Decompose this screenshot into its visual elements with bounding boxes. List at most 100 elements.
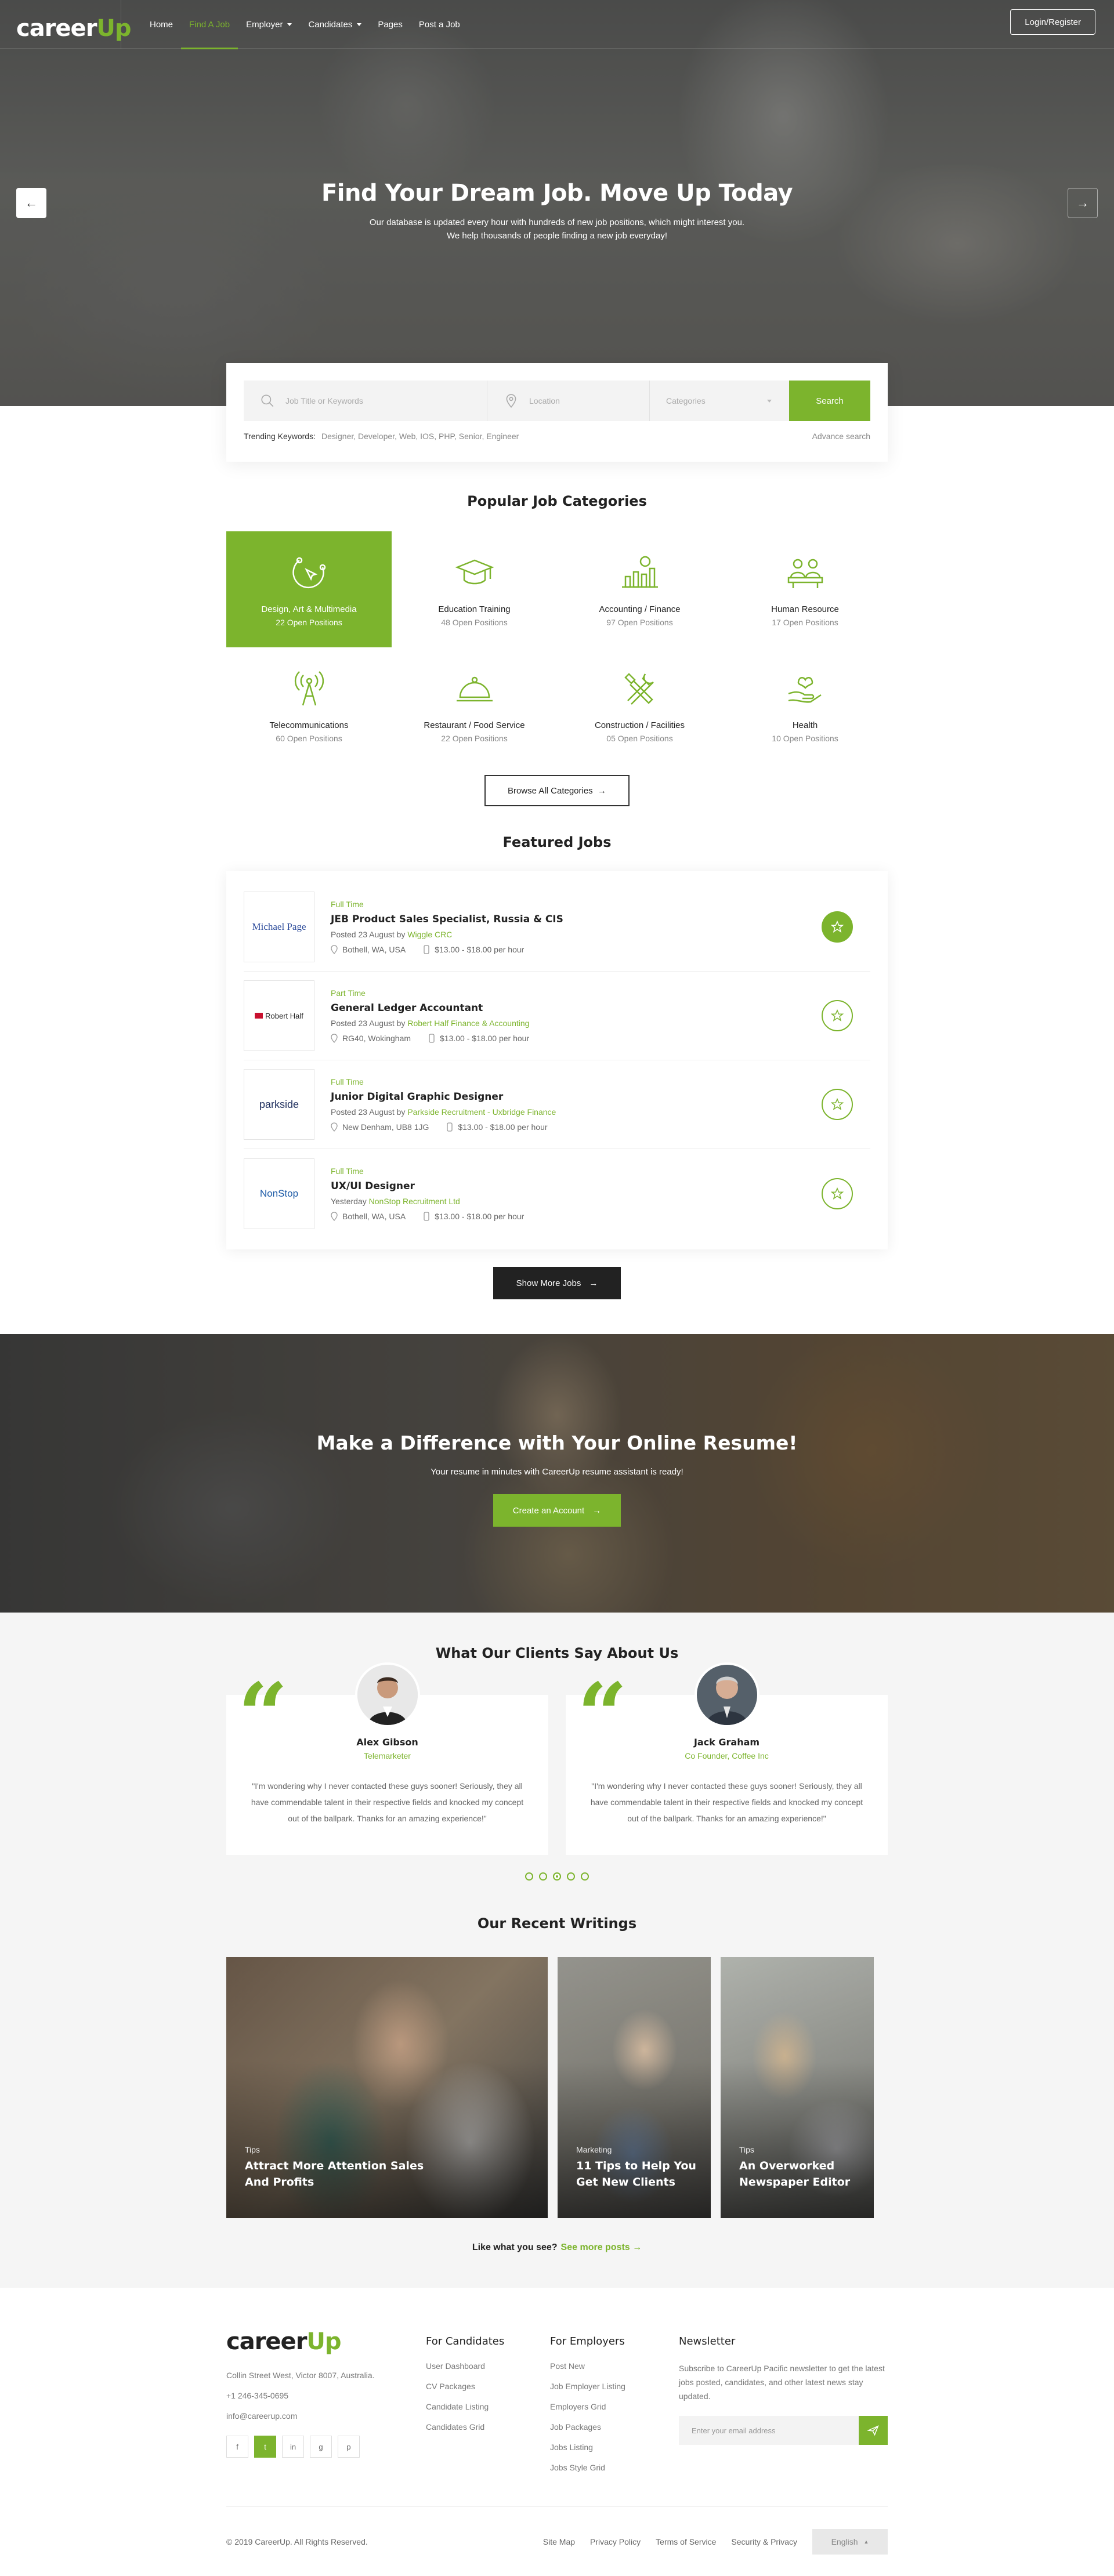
carousel-dot[interactable] [581,1872,589,1881]
job-search-panel: Job Title or Keywords Location Categorie… [226,363,888,462]
nav-pages[interactable]: Pages [370,0,411,49]
company-logo: Robert Half [244,980,314,1051]
footer-link[interactable]: Job Employer Listing [550,2382,679,2402]
category-human-resource[interactable]: Human Resource 17 Open Positions [722,531,888,647]
newsletter-submit-button[interactable] [859,2416,888,2445]
category-accounting[interactable]: Accounting / Finance 97 Open Positions [557,531,722,647]
footer-bottom-link[interactable]: Security & Privacy [731,2537,797,2546]
category-health[interactable]: Health 10 Open Positions [722,647,888,763]
nav-employer[interactable]: Employer [238,0,300,49]
login-register-button[interactable]: Login/Register [1010,9,1095,35]
see-more-posts-link[interactable]: See more posts [561,2242,630,2252]
footer-bottom-link[interactable]: Site Map [543,2537,575,2546]
footer-link[interactable]: Candidates Grid [426,2422,550,2443]
advance-search-link[interactable]: Advance search [812,432,870,441]
company-link[interactable]: Parkside Recruitment - Uxbridge Finance [407,1107,556,1117]
nav-find-a-job[interactable]: Find A Job [181,0,238,49]
bookmark-star-button[interactable] [822,911,853,943]
category-design[interactable]: Design, Art & Multimedia 22 Open Positio… [226,531,392,647]
nav-home[interactable]: Home [142,0,181,49]
search-icon [261,394,274,407]
arrow-right-icon[interactable]: → [1068,188,1098,218]
footer-bottom-link[interactable]: Terms of Service [656,2537,716,2546]
category-restaurant[interactable]: Restaurant / Food Service 22 Open Positi… [392,647,557,763]
blog-post-card[interactable]: Marketing 11 Tips to Help You Get New Cli… [558,1957,711,2218]
job-card[interactable]: Michael Page Full Time JEB Product Sales… [244,883,870,972]
arrow-left-icon[interactable]: ← [16,188,46,218]
footer-link[interactable]: Candidate Listing [426,2402,550,2422]
logo[interactable]: career Up [16,7,132,42]
job-salary: $13.00 - $18.00 per hour [428,1034,529,1043]
section-title: Popular Job Categories [467,493,647,509]
blog-post-card[interactable]: Tips Attract More Attention Sales And Pro… [226,1957,548,2218]
job-location: New Denham, UB8 1JG [331,1122,429,1132]
job-title[interactable]: UX/UI Designer [331,1180,524,1192]
cta-title: Make a Difference with Your Online Resum… [316,1432,798,1454]
company-link[interactable]: Robert Half Finance & Accounting [407,1019,529,1028]
footer-email[interactable]: info@careerup.com [226,2406,426,2426]
arrow-right-icon: → [589,1278,598,1288]
footer-link[interactable]: Employers Grid [550,2402,679,2422]
facebook-icon[interactable]: f [226,2436,248,2458]
category-telecommunications[interactable]: Telecommunications 60 Open Positions [226,647,392,763]
carousel-dot-active[interactable] [553,1872,561,1881]
footer-bottom-link[interactable]: Privacy Policy [590,2537,641,2546]
job-card[interactable]: Robert Half Part Time General Ledger Acc… [244,972,870,1060]
language-select[interactable]: English ▲ [812,2528,888,2555]
job-card[interactable]: parkside Full Time Junior Digital Graphi… [244,1060,870,1149]
post-title: An Overworked Newspaper Editor [739,2158,850,2190]
location-pin-icon [331,1034,338,1043]
post-title: Attract More Attention Sales And Profits [245,2158,424,2190]
trending-label: Trending Keywords: [244,432,316,441]
category-name: Restaurant / Food Service [424,720,525,730]
browse-all-categories-button[interactable]: Browse All Categories → [484,775,630,806]
carousel-dot[interactable] [525,1872,533,1881]
job-location: Bothell, WA, USA [331,945,406,954]
google-icon[interactable]: g [310,2436,332,2458]
nav-post-a-job[interactable]: Post a Job [411,0,468,49]
send-icon [867,2425,879,2436]
bookmark-star-button[interactable] [822,1089,853,1120]
trending-keywords: Trending Keywords: Designer, Developer, W… [244,432,519,441]
bookmark-star-button[interactable] [822,1000,853,1031]
job-title[interactable]: General Ledger Accountant [331,1002,529,1014]
footer-link[interactable]: Jobs Listing [550,2443,679,2463]
footer-link[interactable]: CV Packages [426,2382,550,2402]
category-name: Construction / Facilities [594,720,685,730]
footer-link[interactable]: Post New [550,2361,679,2382]
show-more-jobs-button[interactable]: Show More Jobs → [493,1267,621,1299]
job-card[interactable]: NonStop Full Time UX/UI Designer Yesterd… [244,1149,870,1238]
salary-text: $13.00 - $18.00 per hour [440,1034,530,1043]
footer-link[interactable]: Job Packages [550,2422,679,2443]
categories-placeholder: Categories [666,396,706,405]
newsletter-email-input[interactable]: Enter your email address [679,2416,859,2445]
category-education[interactable]: Education Training 48 Open Positions [392,531,557,647]
create-account-button[interactable]: Create an Account → [493,1494,621,1527]
carousel-dot[interactable] [567,1872,575,1881]
location-input[interactable]: Location [487,381,650,421]
company-link[interactable]: Wiggle CRC [407,930,452,939]
twitter-icon[interactable]: t [254,2436,276,2458]
categories-select[interactable]: Categories [650,381,789,421]
job-title[interactable]: JEB Product Sales Specialist, Russia & C… [331,914,563,925]
avatar [355,1662,420,1727]
post-tag: Tips [739,2145,754,2154]
category-name: Accounting / Finance [599,604,681,614]
nav-candidates[interactable]: Candidates [300,0,370,49]
hero-banner: ← → Find Your Dream Job. Move Up Today O… [0,0,1114,406]
pinterest-icon[interactable]: p [338,2436,360,2458]
footer-logo[interactable]: careerUp [226,2328,426,2355]
footer-link[interactable]: User Dashboard [426,2361,550,2382]
keyword-input[interactable]: Job Title or Keywords [244,381,487,421]
company-link[interactable]: NonStop Recruitment Ltd [369,1197,460,1206]
post-title-line1: An Overworked [739,2160,835,2172]
blog-post-card[interactable]: Tips An Overworked Newspaper Editor [721,1957,874,2218]
search-button[interactable]: Search [789,381,870,421]
carousel-dot[interactable] [539,1872,547,1881]
trending-values[interactable]: Designer, Developer, Web, IOS, PHP, Seni… [321,432,519,441]
bookmark-star-button[interactable] [822,1178,853,1209]
job-title[interactable]: Junior Digital Graphic Designer [331,1091,556,1103]
category-construction[interactable]: Construction / Facilities 05 Open Positi… [557,647,722,763]
linkedin-icon[interactable]: in [282,2436,304,2458]
footer-link[interactable]: Jobs Style Grid [550,2463,679,2483]
